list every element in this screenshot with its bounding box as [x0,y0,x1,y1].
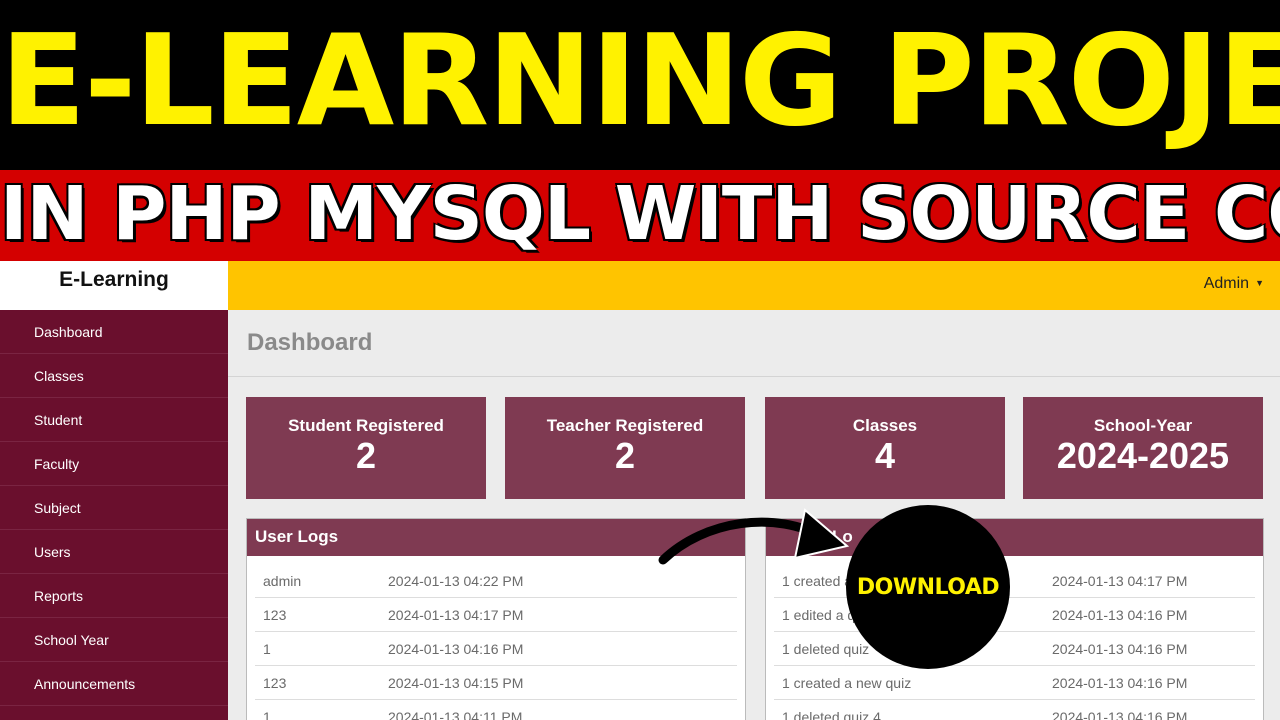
log-list: 1 created a 2024-01-13 04:17 PM 1 edited … [766,556,1263,720]
log-action: 1 deleted quiz 4 [782,709,881,720]
stat-label: Classes [852,416,918,435]
sidebar-item-dashboard[interactable]: Dashboard [0,310,228,354]
sidebar-item-announcements[interactable]: Announcements [0,662,228,706]
log-time: 2024-01-13 04:16 PM [1052,709,1188,720]
log-action: 1 deleted quiz [782,641,870,657]
stat-card-classes: Classes 4 [765,397,1005,499]
log-time: 2024-01-13 04:17 PM [388,607,524,623]
log-action: 1 edited a q [782,607,856,623]
app-window: E-Learning Admin ▼ Dashboard Classes Stud… [0,261,1280,720]
table-row: 123 2024-01-13 04:17 PM [255,598,737,632]
user-menu-label: Admin [1203,275,1250,292]
sidebar: Dashboard Classes Student Faculty Subjec… [0,310,228,720]
log-user: 1 [263,641,271,657]
stat-label: School-Year [1093,416,1193,435]
stat-label: Teacher Registered [546,416,704,435]
log-time: 2024-01-13 04:16 PM [1052,641,1188,657]
log-list: admin 2024-01-13 04:22 PM 123 2024-01-13 0… [247,556,745,720]
banner-title: E-LEARNING PROJECT [0,7,1280,154]
user-menu[interactable]: Admin ▼ [1204,275,1264,293]
log-time: 2024-01-13 04:11 PM [388,709,523,720]
table-row: 123 2024-01-13 04:15 PM [255,666,737,700]
sidebar-item-subject[interactable]: Subject [0,486,228,530]
table-row: 1 edited a q 2024-01-13 04:16 PM [774,598,1255,632]
log-time: 2024-01-13 04:17 PM [1052,573,1188,589]
caret-down-icon: ▼ [1255,278,1264,288]
stat-value: 2 [614,435,636,476]
download-button[interactable]: DOWNLOAD [846,505,1010,669]
curved-arrow-icon [658,508,850,565]
log-time: 2024-01-13 04:16 PM [1052,607,1188,623]
table-row: 1 deleted quiz 4 2024-01-13 04:16 PM [774,700,1255,720]
sidebar-item-school-year[interactable]: School Year [0,618,228,662]
stat-value: 2 [355,435,377,476]
divider [228,376,1280,377]
brand-label: E-Learning [59,268,169,291]
banner-subtitle: IN PHP MYSQL WITH SOURCE CODE [0,171,1280,257]
stat-card-students: Student Registered 2 [246,397,486,499]
stat-value: 2024-2025 [1056,435,1230,476]
table-row: 1 2024-01-13 04:16 PM [255,632,737,666]
sidebar-item-student[interactable]: Student [0,398,228,442]
brand[interactable]: E-Learning [0,261,228,310]
log-action: 1 created a new quiz [782,675,912,691]
table-row: 1 deleted quiz 2024-01-13 04:16 PM [774,632,1255,666]
stat-value: 4 [874,435,896,476]
table-row: 1 created a new quiz 2024-01-13 04:16 PM [774,666,1255,700]
stat-label: Student Registered [288,416,444,435]
banner-subtitle-bar: IN PHP MYSQL WITH SOURCE CODE [0,170,1280,261]
log-user: admin [263,573,302,589]
topbar: Admin ▼ [228,261,1280,310]
sidebar-item-reports[interactable]: Reports [0,574,228,618]
log-user: 123 [263,675,287,691]
banner-top: E-LEARNING PROJECT [0,0,1280,170]
log-time: 2024-01-13 04:15 PM [388,675,524,691]
sidebar-item-faculty[interactable]: Faculty [0,442,228,486]
stat-card-teachers: Teacher Registered 2 [505,397,745,499]
sidebar-item-users[interactable]: Users [0,530,228,574]
stat-card-school-year: School-Year 2024-2025 [1023,397,1263,499]
page-title: Dashboard [247,329,373,356]
log-user: 1 [263,709,271,720]
download-label: DOWNLOAD [856,574,1000,600]
sidebar-item-classes[interactable]: Classes [0,354,228,398]
log-time: 2024-01-13 04:16 PM [388,641,524,657]
log-time: 2024-01-13 04:22 PM [388,573,524,589]
log-time: 2024-01-13 04:16 PM [1052,675,1188,691]
log-user: 123 [263,607,287,623]
table-row: 1 2024-01-13 04:11 PM [255,700,737,720]
